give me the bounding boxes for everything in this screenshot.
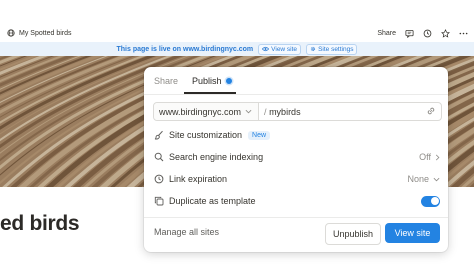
duplicate-template-toggle[interactable] [421,195,440,207]
view-site-button[interactable]: View site [385,223,440,243]
new-badge: New [248,130,271,140]
banner-view-site-button[interactable]: View site [258,43,302,55]
share-button[interactable]: Share [377,30,396,37]
site-customization-row[interactable]: Site customization New [154,127,440,143]
search-engine-indexing-row[interactable]: Search engine indexing Off [154,149,440,165]
globe-icon [7,29,15,37]
page-breadcrumb[interactable]: My Spotted birds [0,29,72,37]
divider [144,217,448,218]
manage-all-sites-link[interactable]: Manage all sites [154,227,219,237]
gear-icon [310,46,316,52]
live-banner: This page is live on www.birdingnyc.com … [0,42,474,56]
brush-icon [154,130,164,140]
tab-share[interactable]: Share [154,73,178,89]
slug-input[interactable]: / mybirds [259,107,301,117]
duplicate-icon [154,196,164,206]
more-icon[interactable] [459,29,468,38]
link-expiration-row[interactable]: Link expiration None [154,171,440,187]
star-icon[interactable] [441,28,450,38]
expiration-value: None [407,174,429,184]
site-url-field: www.birdingnyc.com / mybirds [153,102,442,121]
search-icon [154,152,164,162]
banner-site-settings-button[interactable]: Site settings [306,43,358,55]
live-message: This page is live on www.birdingnyc.com [116,45,254,53]
comment-icon[interactable] [405,29,414,38]
indexing-value: Off [419,152,431,162]
chevron-down-icon [433,177,440,182]
eye-icon [262,46,270,52]
live-status-dot [225,78,232,84]
toggle-knob [430,197,439,205]
tab-publish[interactable]: Publish [192,73,232,89]
page-heading: ed birds [0,212,80,235]
chevron-down-icon [245,109,252,114]
top-bar: My Spotted birds Share [0,23,474,43]
publish-panel: Share Publish www.birdingnyc.com / mybir… [144,67,448,252]
page-title: My Spotted birds [19,29,72,37]
clock-icon[interactable] [423,29,432,38]
domain-select[interactable]: www.birdingnyc.com [154,103,260,120]
duplicate-as-template-row: Duplicate as template [154,193,440,209]
divider [144,94,448,95]
clock-icon [154,174,164,184]
chevron-right-icon [435,154,440,161]
unpublish-button[interactable]: Unpublish [325,223,381,245]
link-icon[interactable] [426,106,436,116]
